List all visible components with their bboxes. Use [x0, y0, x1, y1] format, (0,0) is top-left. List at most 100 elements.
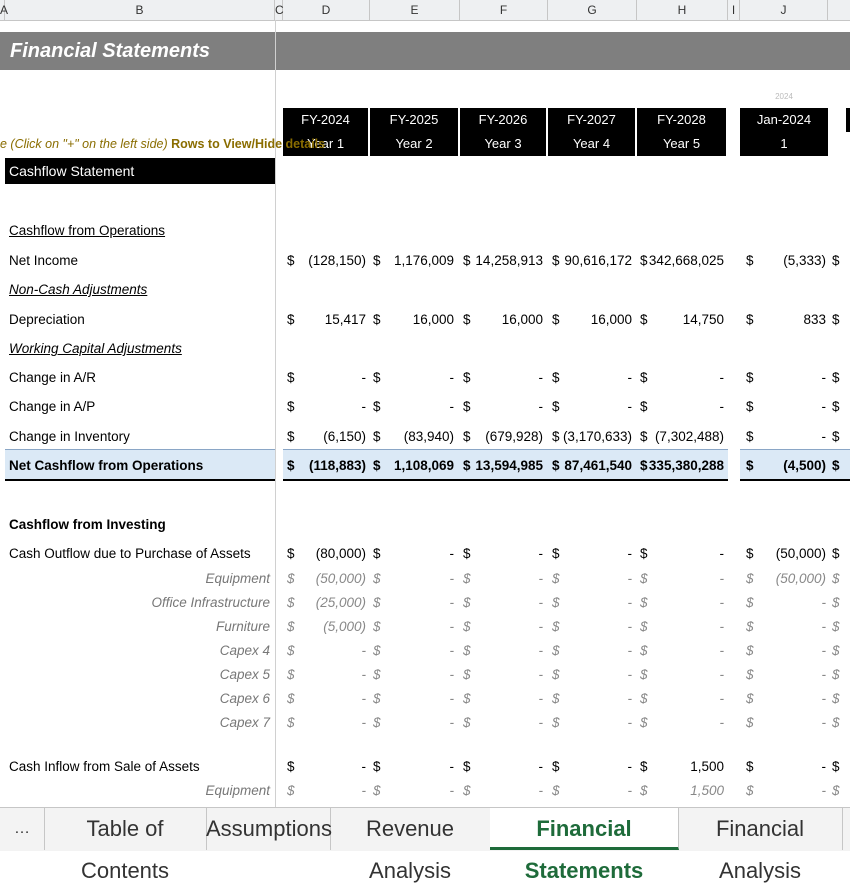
cell-ar-2[interactable]: - [450, 370, 455, 385]
cell-equipment-2[interactable]: - [450, 571, 455, 586]
tab-revenue-analysis[interactable]: Revenue Analysis [330, 808, 491, 883]
cell-equipment-1[interactable]: (50,000) [316, 571, 366, 586]
cell-depreciation-2[interactable]: 16,000 [413, 312, 454, 327]
cell-capex6-1[interactable]: - [362, 691, 367, 706]
tab-assumptions[interactable]: Assumptions [206, 808, 332, 850]
cell-capex7-6[interactable]: - [822, 715, 827, 730]
cell-inflow-6[interactable]: - [822, 759, 827, 774]
col-header-e[interactable]: E [370, 0, 460, 20]
cell-ap-3[interactable]: - [539, 399, 544, 414]
cell-depreciation-3[interactable]: 16,000 [502, 312, 543, 327]
cell-equipment-5[interactable]: - [720, 571, 725, 586]
cell-net-income-2[interactable]: 1,176,009 [394, 253, 454, 268]
cell-ar-6[interactable]: - [822, 370, 827, 385]
cell-office-6[interactable]: - [822, 595, 827, 610]
cell-equipment2-5[interactable]: 1,500 [690, 783, 724, 798]
cell-depreciation-1[interactable]: 15,417 [325, 312, 366, 327]
cell-capex6-2[interactable]: - [450, 691, 455, 706]
cell-outflow-1[interactable]: (80,000) [316, 546, 366, 561]
tab-table-of-contents[interactable]: Table of Contents [44, 808, 207, 883]
cell-capex5-1[interactable]: - [362, 667, 367, 682]
cell-capex4-1[interactable]: - [362, 643, 367, 658]
cell-capex6-6[interactable]: - [822, 691, 827, 706]
cell-office-1[interactable]: (25,000) [316, 595, 366, 610]
cell-capex5-3[interactable]: - [539, 667, 544, 682]
cell-capex4-2[interactable]: - [450, 643, 455, 658]
cell-office-5[interactable]: - [720, 595, 725, 610]
cell-inv-4[interactable]: (3,170,633) [563, 429, 632, 444]
cell-equipment-4[interactable]: - [628, 571, 633, 586]
cell-inv-5[interactable]: (7,302,488) [655, 429, 724, 444]
cell-ap-1[interactable]: - [362, 399, 367, 414]
cell-inflow-2[interactable]: - [450, 759, 455, 774]
cell-depreciation-6[interactable]: 833 [803, 312, 826, 327]
cell-net-cfo-4[interactable]: 87,461,540 [564, 458, 632, 473]
cell-net-income-6[interactable]: (5,333) [783, 253, 826, 268]
tab-scroll-left-icon[interactable]: … [0, 808, 45, 850]
cell-furniture-4[interactable]: - [628, 619, 633, 634]
cell-capex7-2[interactable]: - [450, 715, 455, 730]
cell-net-cfo-6[interactable]: (4,500) [783, 458, 826, 473]
cell-net-cfo-1[interactable]: (118,883) [309, 458, 366, 473]
cell-equipment2-2[interactable]: - [450, 783, 455, 798]
cell-ap-5[interactable]: - [720, 399, 725, 414]
cell-net-income-4[interactable]: 90,616,172 [564, 253, 632, 268]
cell-equipment2-6[interactable]: - [822, 783, 827, 798]
cell-capex6-3[interactable]: - [539, 691, 544, 706]
cell-ar-1[interactable]: - [362, 370, 367, 385]
cell-capex7-4[interactable]: - [628, 715, 633, 730]
cell-capex7-3[interactable]: - [539, 715, 544, 730]
cell-office-3[interactable]: - [539, 595, 544, 610]
cell-ap-4[interactable]: - [628, 399, 633, 414]
cell-equipment2-3[interactable]: - [539, 783, 544, 798]
cell-capex6-4[interactable]: - [628, 691, 633, 706]
col-header-i[interactable]: I [728, 0, 740, 20]
cell-capex5-2[interactable]: - [450, 667, 455, 682]
cell-capex5-5[interactable]: - [720, 667, 725, 682]
col-header-j[interactable]: J [740, 0, 828, 20]
cell-capex7-1[interactable]: - [362, 715, 367, 730]
cell-office-2[interactable]: - [450, 595, 455, 610]
cell-furniture-5[interactable]: - [720, 619, 725, 634]
cell-furniture-6[interactable]: - [822, 619, 827, 634]
cell-ar-4[interactable]: - [628, 370, 633, 385]
cell-ar-5[interactable]: - [720, 370, 725, 385]
cell-depreciation-5[interactable]: 14,750 [683, 312, 724, 327]
cell-equipment-3[interactable]: - [539, 571, 544, 586]
col-header-g[interactable]: G [548, 0, 637, 20]
cell-ar-3[interactable]: - [539, 370, 544, 385]
cell-net-income-1[interactable]: (128,150) [308, 253, 366, 268]
cell-outflow-6[interactable]: (50,000) [776, 546, 826, 561]
col-header-c[interactable]: C [275, 0, 284, 20]
cell-inflow-5[interactable]: 1,500 [690, 759, 724, 774]
cell-inv-3[interactable]: (679,928) [485, 429, 543, 444]
cell-office-4[interactable]: - [628, 595, 633, 610]
cell-capex5-6[interactable]: - [822, 667, 827, 682]
col-header-d[interactable]: D [283, 0, 370, 20]
cell-equipment2-1[interactable]: - [362, 783, 367, 798]
cell-outflow-5[interactable]: - [720, 546, 725, 561]
cell-net-income-5[interactable]: 342,668,025 [649, 253, 724, 268]
cell-inv-6[interactable]: - [822, 429, 827, 444]
col-header-f[interactable]: F [460, 0, 548, 20]
cell-ap-2[interactable]: - [450, 399, 455, 414]
cell-capex4-4[interactable]: - [628, 643, 633, 658]
col-header-h[interactable]: H [637, 0, 728, 20]
cell-equipment2-4[interactable]: - [628, 783, 633, 798]
cell-outflow-3[interactable]: - [539, 546, 544, 561]
cell-furniture-2[interactable]: - [450, 619, 455, 634]
cell-inv-1[interactable]: (6,150) [323, 429, 366, 444]
cell-inflow-4[interactable]: - [628, 759, 633, 774]
cell-furniture-1[interactable]: (5,000) [323, 619, 366, 634]
cell-inflow-3[interactable]: - [539, 759, 544, 774]
cell-inflow-1[interactable]: - [362, 759, 367, 774]
cell-equipment-6[interactable]: (50,000) [776, 571, 826, 586]
cell-capex4-5[interactable]: - [720, 643, 725, 658]
cell-furniture-3[interactable]: - [539, 619, 544, 634]
cell-capex7-5[interactable]: - [720, 715, 725, 730]
cell-net-income-3[interactable]: 14,258,913 [475, 253, 543, 268]
cell-net-cfo-2[interactable]: 1,108,069 [394, 458, 454, 473]
cell-ap-6[interactable]: - [822, 399, 827, 414]
cell-net-cfo-5[interactable]: 335,380,288 [649, 458, 724, 473]
cell-outflow-4[interactable]: - [628, 546, 633, 561]
